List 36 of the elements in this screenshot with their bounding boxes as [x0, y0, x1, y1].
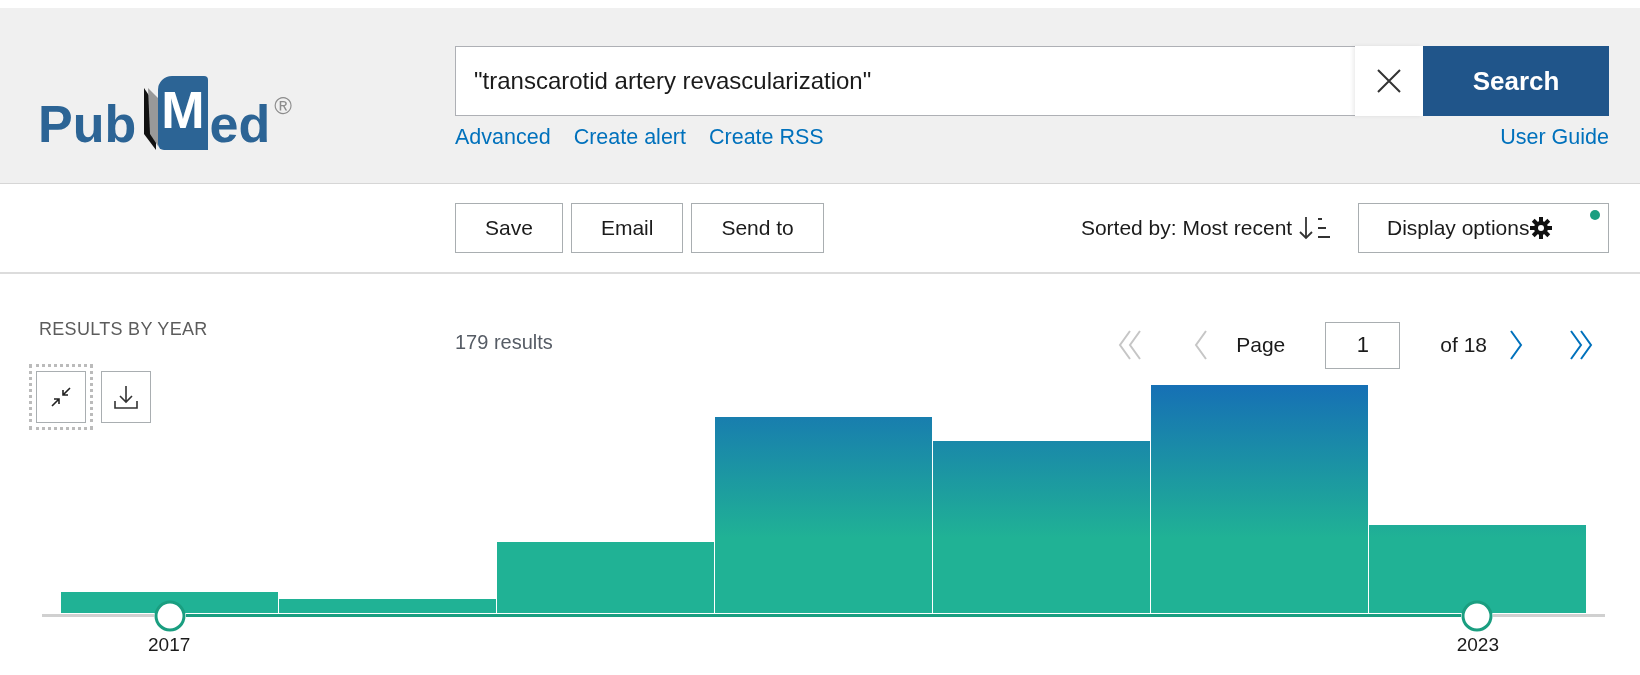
- action-button[interactable]: Email: [570, 203, 684, 253]
- download-icon: [113, 384, 139, 410]
- settings-icon: [1529, 216, 1554, 240]
- logo[interactable]: Pub Med®: [38, 76, 292, 150]
- user-guide-link[interactable]: User Guide: [1500, 125, 1609, 150]
- clear-button[interactable]: [1355, 46, 1423, 116]
- logo-text: ed: [209, 98, 271, 150]
- slider-handle[interactable]: [154, 600, 186, 632]
- search-link[interactable]: Create alert: [573, 125, 686, 150]
- page-count: of 18: [1440, 333, 1487, 357]
- section-title: RESULTS BY YEAR: [38, 318, 209, 341]
- close-icon: [1376, 68, 1402, 94]
- next-page-button[interactable]: [1509, 329, 1525, 361]
- slider-handle[interactable]: [1461, 600, 1493, 632]
- logo-letter: M: [158, 76, 208, 150]
- search-button[interactable]: Search: [1423, 46, 1609, 116]
- double-right-chevron-icon: [1569, 329, 1595, 361]
- year-label: 2017: [148, 634, 191, 656]
- search-link[interactable]: Create RSS: [709, 125, 824, 150]
- action-button[interactable]: Save: [455, 203, 563, 253]
- search-field[interactable]: "transcarotid artery revascularization": [455, 46, 1355, 116]
- action-button[interactable]: Send to: [691, 203, 824, 253]
- registered-mark: ®: [274, 94, 292, 118]
- display-options-button[interactable]: Display options: [1358, 203, 1609, 253]
- year-label: 2023: [1456, 634, 1499, 656]
- page-label: Page: [1236, 333, 1286, 357]
- search-link[interactable]: Advanced: [455, 125, 551, 150]
- page-number-field[interactable]: 1: [1325, 321, 1401, 369]
- logo-text: Pub: [38, 98, 137, 150]
- download-button[interactable]: [101, 371, 151, 423]
- results-count: 179 results: [455, 330, 553, 355]
- last-page-button[interactable]: [1569, 329, 1595, 361]
- collapse-icon: [50, 386, 72, 408]
- collapse-button[interactable]: [36, 371, 86, 423]
- right-chevron-icon: [1509, 329, 1525, 361]
- sort-icon: [1298, 215, 1330, 241]
